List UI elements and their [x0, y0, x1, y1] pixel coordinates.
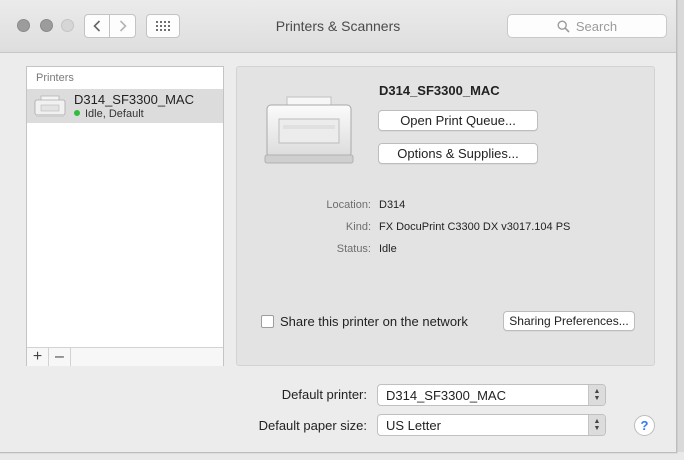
default-printer-label: Default printer:	[281, 387, 367, 402]
window-title: Printers & Scanners	[275, 18, 401, 34]
printer-detail-name: D314_SF3300_MAC	[379, 83, 500, 98]
printer-name: D314_SF3300_MAC	[74, 92, 194, 107]
search-field[interactable]: Search	[507, 14, 667, 38]
share-printer-label: Share this printer on the network	[280, 314, 468, 329]
printer-icon	[34, 95, 66, 117]
location-label: Location:	[326, 199, 371, 211]
location-value: D314	[379, 199, 406, 211]
search-placeholder: Search	[575, 18, 618, 34]
share-printer-checkbox[interactable]	[261, 315, 274, 328]
printer-status-text: Idle, Default	[85, 108, 144, 120]
printers-window: Printers & Scanners Search Printers D314…	[0, 0, 677, 453]
printer-large-icon	[264, 96, 354, 164]
default-printer-select[interactable]: D314_SF3300_MAC ▲ ▼	[377, 384, 606, 406]
status-label: Status:	[336, 243, 371, 255]
share-printer-row[interactable]: Share this printer on the network	[261, 314, 468, 329]
background-app-bottom	[0, 452, 684, 460]
status-value: Idle	[379, 243, 397, 255]
printers-list-header: Printers	[36, 72, 74, 84]
search-icon	[557, 19, 570, 33]
options-supplies-button[interactable]: Options & Supplies...	[378, 143, 538, 164]
add-printer-button[interactable]: +	[27, 348, 49, 366]
printer-list-item[interactable]: D314_SF3300_MAC Idle, Default	[27, 89, 223, 123]
status-dot-icon	[74, 110, 80, 116]
paper-size-label: Default paper size:	[258, 418, 367, 433]
title-bar: Printers & Scanners Search	[0, 0, 676, 53]
printers-list[interactable]: Printers D314_SF3300_MAC Idle, Default +…	[26, 66, 224, 366]
kind-value: FX DocuPrint C3300 DX v3017.104 PS	[379, 221, 571, 233]
updown-chevron-icon: ▲ ▼	[588, 385, 605, 405]
printer-status: Idle, Default	[74, 108, 144, 120]
sharing-preferences-button[interactable]: Sharing Preferences...	[503, 311, 635, 331]
printer-detail-panel: D314_SF3300_MAC Open Print Queue... Opti…	[236, 66, 655, 366]
paper-size-select[interactable]: US Letter ▲ ▼	[377, 414, 606, 436]
updown-chevron-icon: ▲ ▼	[588, 415, 605, 435]
kind-label: Kind:	[345, 221, 371, 233]
default-printer-value: D314_SF3300_MAC	[386, 388, 506, 403]
paper-size-value: US Letter	[386, 418, 441, 433]
open-print-queue-button[interactable]: Open Print Queue...	[378, 110, 538, 131]
help-button[interactable]: ?	[634, 415, 655, 436]
list-toolbar: + –	[27, 347, 223, 366]
remove-printer-button[interactable]: –	[49, 348, 71, 366]
